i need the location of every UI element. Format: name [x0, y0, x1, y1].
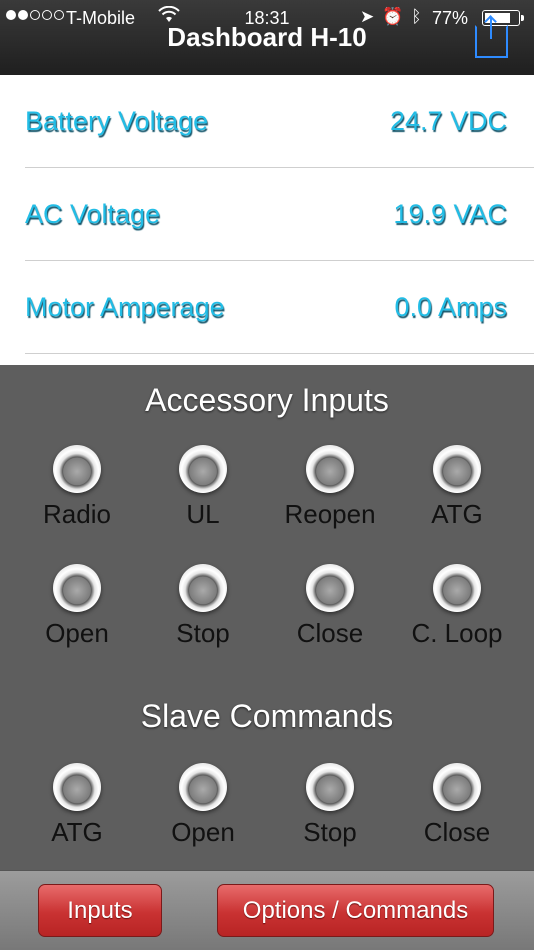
- indicator-label: Open: [45, 618, 109, 648]
- reading-value: 0.0 Amps: [394, 292, 507, 322]
- indicator-light-icon: [306, 564, 354, 612]
- indicator-label: Reopen: [284, 499, 376, 529]
- indicator-c-loop: C. Loop: [393, 564, 521, 649]
- reading-label: AC Voltage: [25, 199, 161, 229]
- reading-value: 24.7 VDC: [389, 106, 507, 136]
- indicator-radio: Radio: [13, 445, 141, 530]
- indicator-reopen: Reopen: [266, 445, 394, 530]
- page-title: Dashboard H-10: [167, 22, 367, 52]
- reading-row-battery-voltage: Battery Voltage 24.7 VDC: [25, 75, 534, 168]
- navigation-bar: T-Mobile 18:31 ➤⏰ᛒ 77% Dashboard H-10: [0, 0, 534, 75]
- share-icon[interactable]: [475, 17, 508, 58]
- indicator-label: Open: [171, 817, 235, 847]
- indicator-label: ATG: [431, 499, 483, 529]
- reading-value: 19.9 VAC: [393, 199, 507, 229]
- indicator-light-icon: [433, 445, 481, 493]
- indicator-atg: ATG: [393, 445, 521, 530]
- indicator-label: Stop: [303, 817, 357, 847]
- indicator-label: Stop: [176, 618, 230, 648]
- indicator-light-icon: [306, 763, 354, 811]
- reading-row-motor-amperage: Motor Amperage 0.0 Amps: [25, 261, 534, 354]
- indicator-light-icon: [179, 445, 227, 493]
- options-commands-button[interactable]: Options / Commands: [217, 884, 494, 937]
- accessory-inputs-title: Accessory Inputs: [145, 382, 389, 418]
- indicator-light-icon: [53, 445, 101, 493]
- slave-indicator-close: Close: [393, 763, 521, 848]
- indicator-label: ATG: [51, 817, 103, 847]
- indicator-open: Open: [13, 564, 141, 649]
- indicator-label: Close: [423, 817, 491, 847]
- indicator-panel: Accessory Inputs Radio UL Reopen ATG Ope…: [0, 365, 534, 870]
- reading-label: Battery Voltage: [25, 106, 209, 136]
- slave-commands-title: Slave Commands: [140, 698, 394, 734]
- reading-label: Motor Amperage: [25, 292, 225, 322]
- indicator-light-icon: [53, 564, 101, 612]
- indicator-close: Close: [266, 564, 394, 649]
- indicator-stop: Stop: [139, 564, 267, 649]
- inputs-button[interactable]: Inputs: [38, 884, 162, 937]
- indicator-light-icon: [53, 763, 101, 811]
- indicator-light-icon: [306, 445, 354, 493]
- readings-list: Battery Voltage 24.7 VDC AC Voltage 19.9…: [0, 75, 534, 365]
- indicator-label: C. Loop: [411, 618, 503, 648]
- reading-row-ac-voltage: AC Voltage 19.9 VAC: [25, 168, 534, 261]
- indicator-light-icon: [179, 763, 227, 811]
- slave-indicator-open: Open: [139, 763, 267, 848]
- indicator-ul: UL: [139, 445, 267, 530]
- indicator-label: Close: [296, 618, 364, 648]
- slave-indicator-stop: Stop: [266, 763, 394, 848]
- slave-indicator-atg: ATG: [13, 763, 141, 848]
- indicator-light-icon: [433, 763, 481, 811]
- indicator-label: UL: [186, 499, 220, 529]
- indicator-label: Radio: [43, 499, 111, 529]
- indicator-light-icon: [179, 564, 227, 612]
- bottom-toolbar: Inputs Options / Commands: [0, 870, 534, 950]
- indicator-light-icon: [433, 564, 481, 612]
